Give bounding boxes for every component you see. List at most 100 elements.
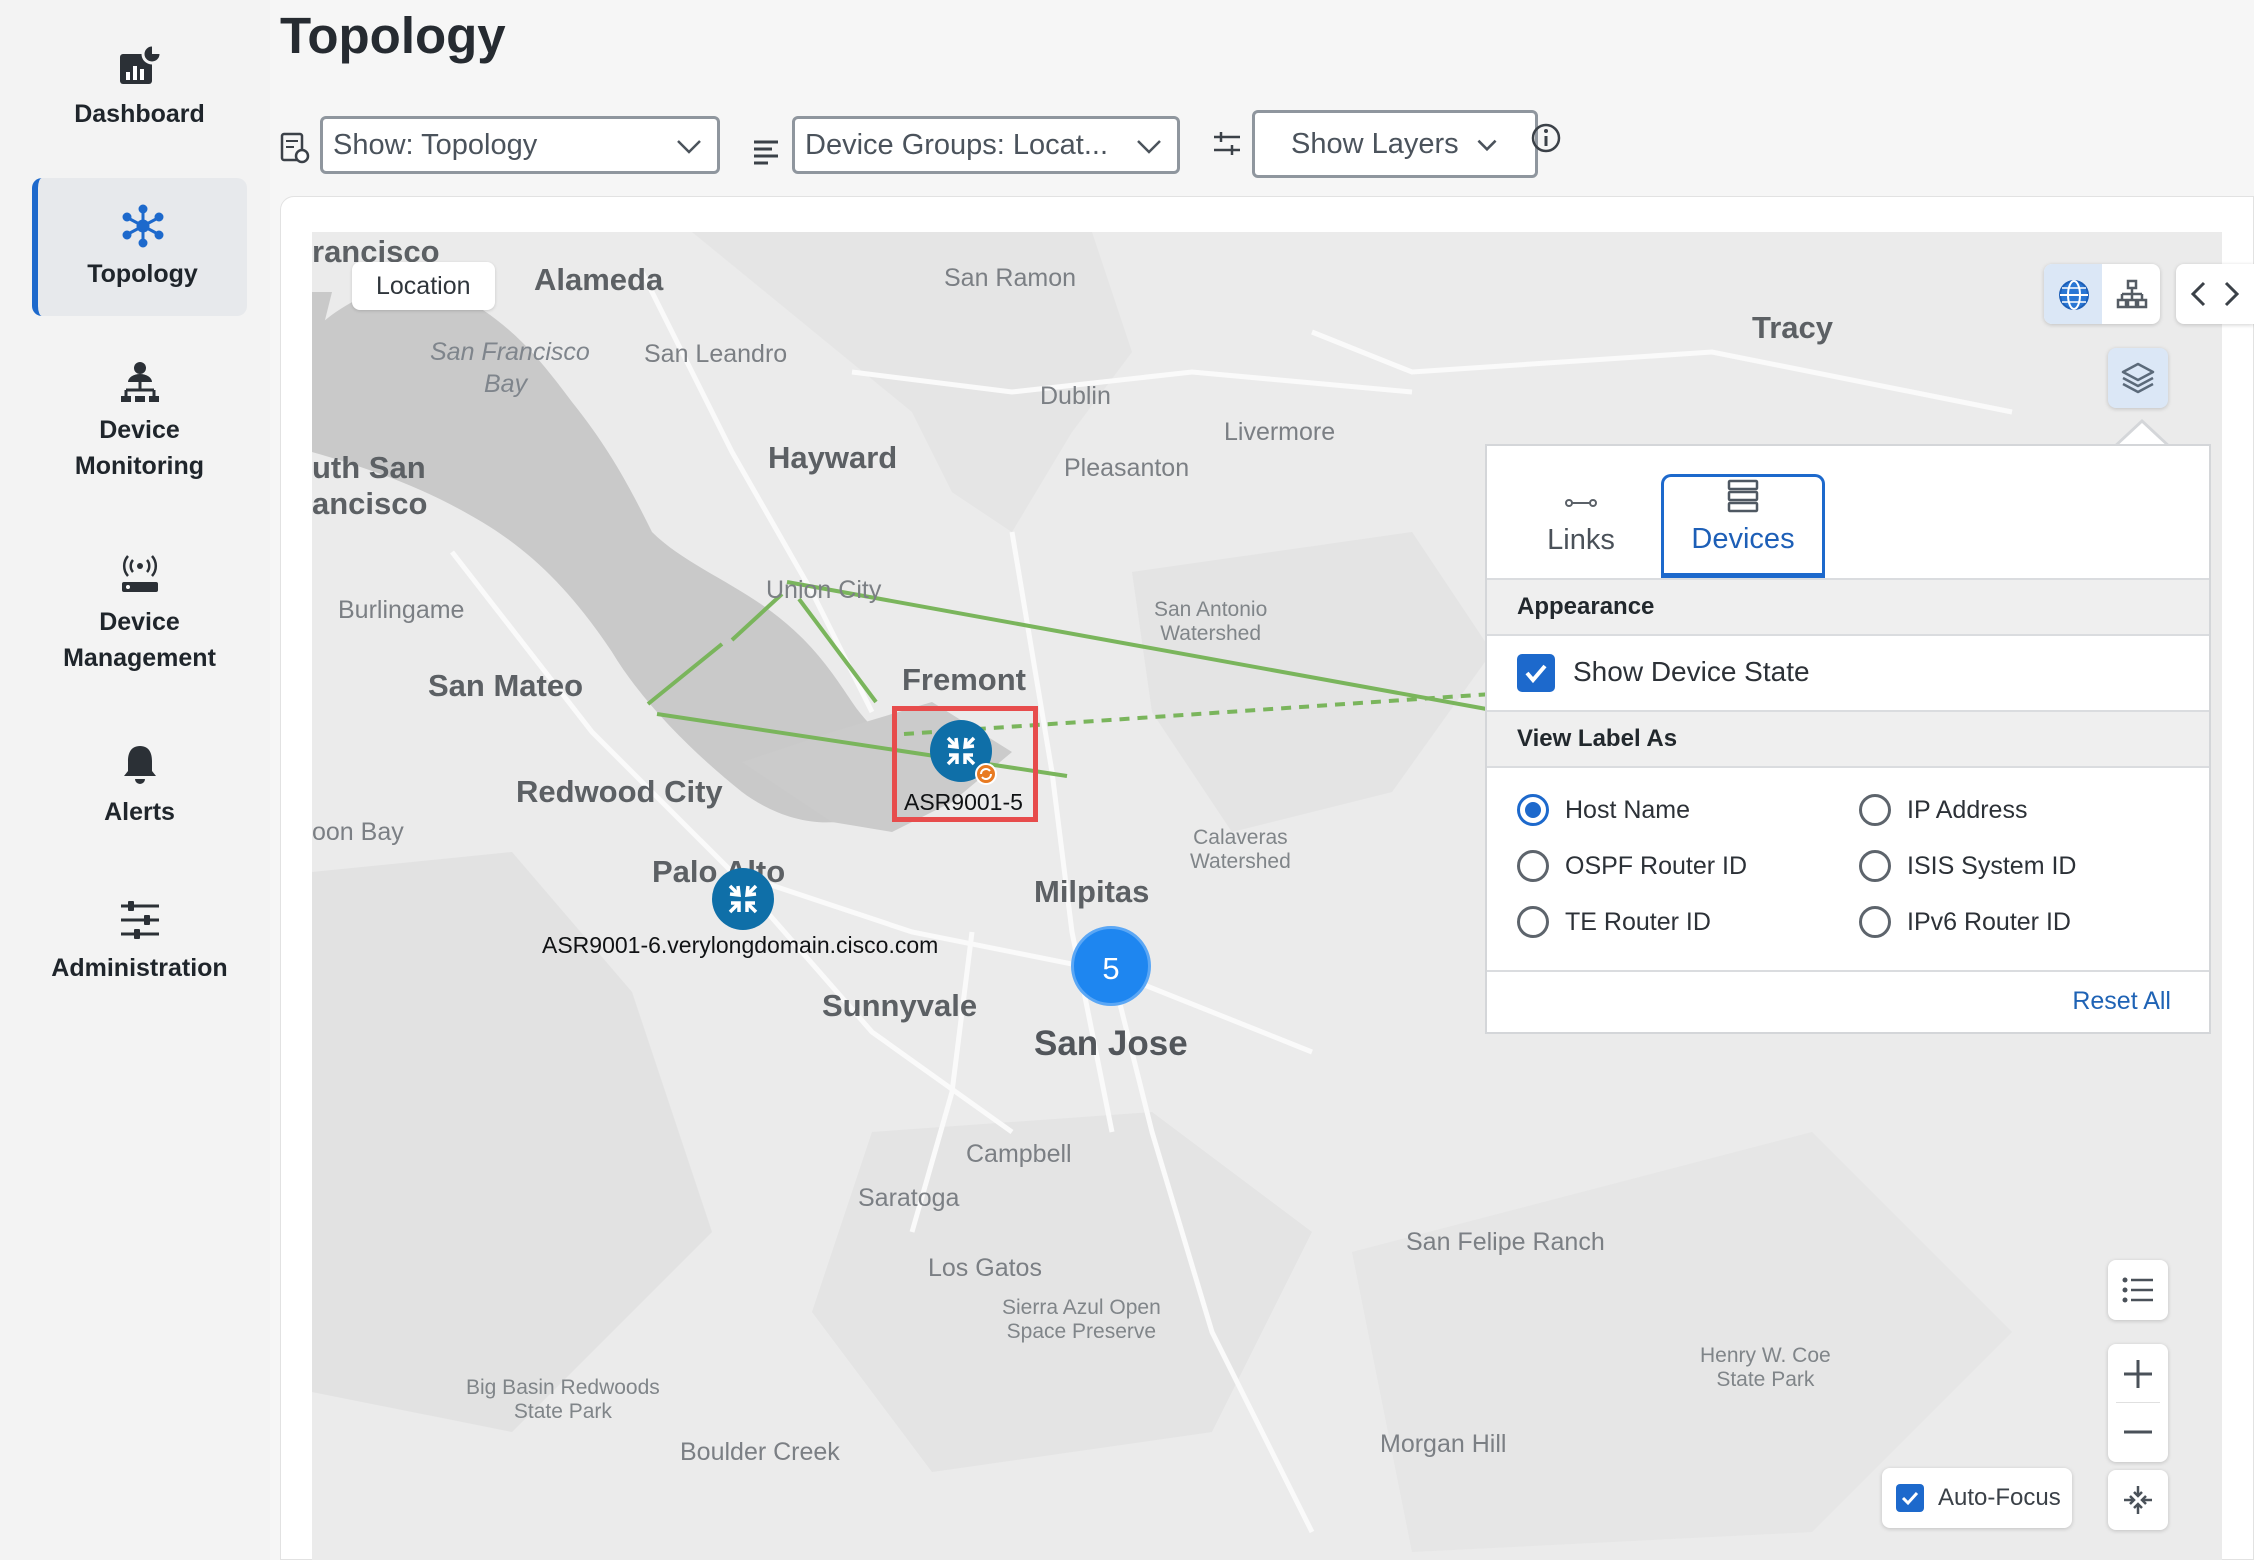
sidebar-item-label: Dashboard bbox=[74, 100, 205, 128]
sidebar-item-label: Alerts bbox=[104, 798, 175, 826]
map-place: Sunnyvale bbox=[822, 988, 978, 1023]
map-place-line: Space Preserve bbox=[1006, 1320, 1157, 1343]
auto-focus-checkbox[interactable] bbox=[1896, 1484, 1924, 1512]
highlight-box bbox=[892, 706, 1038, 822]
sidebar-item-device-management[interactable]: Device Management bbox=[32, 552, 247, 682]
radio-ip-address[interactable] bbox=[1859, 794, 1891, 826]
zoom-divider bbox=[2116, 1402, 2160, 1403]
show-layers-label: Show Layers bbox=[1291, 128, 1459, 160]
link-icon bbox=[1565, 499, 1597, 507]
map-place: Tracy bbox=[1752, 310, 1834, 345]
cluster-node[interactable]: 5 bbox=[1071, 926, 1151, 1006]
sidebar-item-label: Administration bbox=[51, 954, 228, 982]
page-title: Topology bbox=[280, 7, 506, 64]
map-place: Big Basin Redwoods State Park bbox=[466, 1376, 660, 1424]
map-place: Union City bbox=[766, 576, 882, 604]
sidebar-item-device-monitoring[interactable]: Device Monitoring bbox=[32, 360, 247, 490]
chevron-left-icon[interactable] bbox=[2188, 280, 2208, 308]
map-place-line: Watershed bbox=[1190, 850, 1291, 873]
map-place: San Ramon bbox=[944, 264, 1077, 292]
sidebar-item-dashboard[interactable]: Dashboard bbox=[32, 44, 247, 154]
logical-view-button[interactable] bbox=[2102, 264, 2160, 324]
legend-button[interactable] bbox=[2108, 1260, 2168, 1320]
tab-label: Links bbox=[1547, 524, 1615, 556]
map-place-line: Big Basin Redwoods bbox=[466, 1376, 660, 1399]
device-groups-select[interactable]: Device Groups: Locat... bbox=[792, 116, 1180, 174]
info-icon[interactable] bbox=[1530, 122, 1562, 154]
map-place-line: Henry W. Coe bbox=[1700, 1344, 1831, 1367]
layers-icon bbox=[2121, 362, 2155, 394]
tab-devices[interactable]: Devices bbox=[1661, 474, 1825, 578]
show-device-state-label: Show Device State bbox=[1573, 656, 1810, 687]
router-icon bbox=[728, 884, 758, 914]
auto-focus-toggle[interactable]: Auto-Focus bbox=[1882, 1468, 2072, 1528]
map-place: San Leandro bbox=[644, 340, 788, 368]
sidebar: Dashboard Topology Device Monitoring Dev… bbox=[0, 0, 270, 1560]
sidebar-item-label-line2: Monitoring bbox=[74, 452, 205, 480]
map-place-line: Watershed bbox=[1160, 622, 1262, 645]
map-place: Alameda bbox=[534, 262, 664, 297]
auto-focus-label: Auto-Focus bbox=[1938, 1484, 2061, 1511]
map-place: Redwood City bbox=[516, 774, 723, 809]
device-node-asr9001-6[interactable] bbox=[712, 868, 774, 930]
map-place: Fremont bbox=[902, 662, 1026, 697]
map-place: oon Bay bbox=[312, 818, 404, 846]
map-place: Burlingame bbox=[338, 596, 465, 624]
map-place: San Mateo bbox=[428, 668, 584, 703]
map-place: San Felipe Ranch bbox=[1406, 1228, 1605, 1256]
geo-view-button[interactable] bbox=[2044, 264, 2102, 324]
zoom-out-icon[interactable] bbox=[2122, 1416, 2154, 1448]
map-place-line: State Park bbox=[1716, 1368, 1815, 1391]
chevron-down-icon bbox=[1137, 140, 1161, 154]
device-label: ASR9001-6.verylongdomain.cisco.com bbox=[542, 932, 939, 958]
map-place: Saratoga bbox=[858, 1184, 960, 1212]
map-place: San Francisco bbox=[430, 338, 590, 366]
map-place: ancisco bbox=[312, 486, 428, 521]
show-device-state-checkbox[interactable] bbox=[1517, 654, 1555, 692]
zoom-in-icon[interactable] bbox=[2122, 1358, 2154, 1390]
list-icon bbox=[2122, 1277, 2153, 1303]
radio-label: OSPF Router ID bbox=[1565, 852, 1747, 880]
devices-icon bbox=[1727, 479, 1759, 513]
sidebar-item-alerts[interactable]: Alerts bbox=[32, 742, 247, 832]
check-icon bbox=[1901, 1491, 1919, 1506]
reset-all-link[interactable]: Reset All bbox=[2072, 987, 2171, 1016]
hierarchy-icon bbox=[2116, 279, 2148, 309]
map-place-line: Calaveras bbox=[1193, 826, 1288, 849]
show-select[interactable]: Show: Topology bbox=[320, 116, 720, 174]
radio-label: ISIS System ID bbox=[1907, 852, 2077, 880]
zoom-controls bbox=[2108, 1344, 2168, 1462]
map-place: uth San bbox=[312, 450, 426, 485]
location-chip[interactable]: Location bbox=[352, 262, 495, 310]
sliders-icon bbox=[120, 901, 159, 939]
map-place: Hayward bbox=[768, 440, 898, 475]
map-place: Morgan Hill bbox=[1380, 1430, 1507, 1458]
radio-isis-system-id[interactable] bbox=[1859, 850, 1891, 882]
map-place: Pleasanton bbox=[1064, 454, 1190, 482]
view-toggle bbox=[2044, 264, 2160, 324]
map-place-line: San Antonio bbox=[1154, 598, 1268, 621]
filter-sliders-icon bbox=[1214, 132, 1240, 155]
map-place: Calaveras Watershed bbox=[1190, 826, 1291, 874]
check-icon bbox=[1525, 664, 1547, 684]
map-place: Los Gatos bbox=[928, 1254, 1042, 1282]
radio-host-name[interactable] bbox=[1517, 794, 1549, 826]
map-place: Milpitas bbox=[1034, 874, 1150, 909]
radio-ospf-router-id[interactable] bbox=[1517, 850, 1549, 882]
device-groups-select-value: Device Groups: Locat... bbox=[805, 129, 1109, 161]
map-place: Boulder Creek bbox=[680, 1438, 840, 1466]
collapse-arrows-icon bbox=[2124, 1486, 2152, 1514]
fit-view-button[interactable] bbox=[2108, 1470, 2168, 1530]
radio-label: IPv6 Router ID bbox=[1907, 908, 2071, 936]
chevron-right-icon[interactable] bbox=[2222, 280, 2242, 308]
sidebar-item-topology[interactable]: Topology bbox=[32, 178, 247, 316]
show-layers-button[interactable]: Show Layers bbox=[1252, 110, 1538, 178]
radio-ipv6-router-id[interactable] bbox=[1859, 906, 1891, 938]
layers-button[interactable] bbox=[2108, 348, 2168, 408]
sidebar-item-administration[interactable]: Administration bbox=[32, 898, 247, 988]
globe-icon bbox=[2059, 280, 2089, 310]
radio-te-router-id[interactable] bbox=[1517, 906, 1549, 938]
map-place-line: State Park bbox=[513, 1400, 612, 1423]
bell-icon bbox=[123, 746, 156, 784]
tab-links[interactable]: Links bbox=[1501, 474, 1661, 578]
